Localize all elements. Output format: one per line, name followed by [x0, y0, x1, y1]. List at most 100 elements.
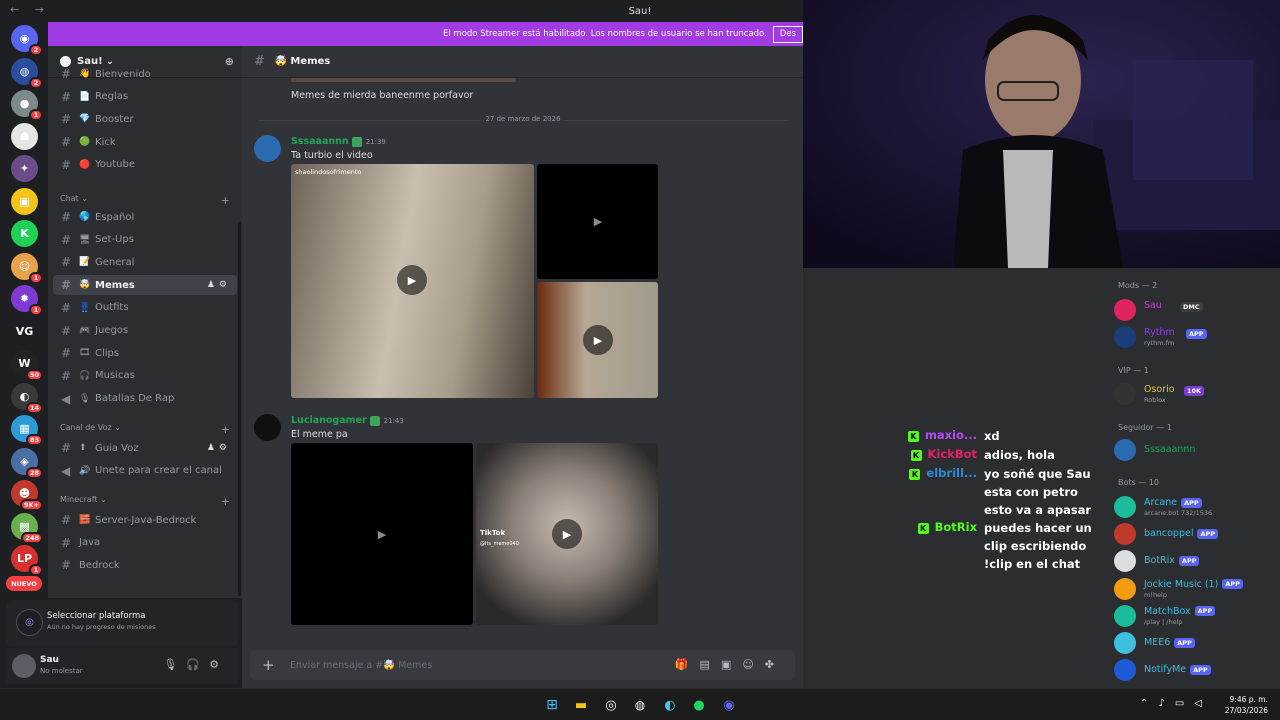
server-icon[interactable]: ◉ 2	[11, 25, 43, 56]
hash-icon: #	[61, 157, 72, 172]
channel-bienvenido[interactable]: # 👋 Bienvenido	[53, 64, 237, 84]
member-item[interactable]: Sau DMC	[1114, 297, 1276, 323]
video-attachment[interactable]: TikTok @its_meme040 ▶	[476, 443, 658, 625]
hash-icon: #	[61, 368, 72, 383]
sidebar-scrollbar[interactable]	[238, 222, 241, 596]
server-icon[interactable]: LP 1	[11, 545, 43, 576]
channel-outfits[interactable]: # 👖 Outfits	[53, 298, 237, 318]
channel-java[interactable]: # Java	[53, 533, 237, 553]
avatar	[1114, 659, 1136, 682]
windows-start-icon[interactable]: ⊞	[543, 696, 561, 714]
channel-musicas[interactable]: # 🎧 Musicas	[53, 366, 237, 386]
server-icon[interactable]: K	[11, 220, 38, 247]
play-icon[interactable]: ▶	[552, 519, 582, 549]
avatar[interactable]	[254, 414, 281, 441]
video-attachment[interactable]: ▶	[291, 443, 473, 625]
message-input[interactable]: + Enviar mensaje a #🤯 Memes 🎁▤▣☺✤	[250, 650, 795, 680]
avatar[interactable]	[254, 135, 281, 162]
add-channel-icon[interactable]: +	[221, 423, 230, 436]
channel-set-ups[interactable]: # 🖥 Set-Ups	[53, 230, 237, 250]
member-item[interactable]: MatchBox APP/play | /help	[1114, 603, 1276, 629]
message-author[interactable]: Lucianogamer 21:43	[291, 415, 404, 426]
channel-youtube[interactable]: # 🔴 Youtube	[53, 155, 237, 175]
server-icon[interactable]: ▩ 248	[11, 512, 43, 544]
category-header[interactable]: Chat ⌄ +	[60, 194, 230, 207]
channel-general[interactable]: # 📝 General	[53, 252, 237, 272]
server-icon[interactable]: ◍ 2	[11, 57, 43, 89]
category-header[interactable]: Minecraft ⌄ +	[60, 495, 230, 508]
member-item[interactable]: Rythm APP rythm.fm	[1114, 324, 1276, 350]
channel-booster[interactable]: # 💎 Booster	[53, 109, 237, 129]
category-header[interactable]: Canal de Voz ⌄ +	[60, 423, 230, 436]
member-item[interactable]: Jockie Music (1) APP m!help	[1114, 576, 1276, 602]
server-icon[interactable]: W 50	[11, 350, 43, 381]
server-icon[interactable]: ● 1	[11, 90, 43, 121]
new-badge[interactable]: NUEVO	[6, 576, 42, 591]
chrome-icon[interactable]: ◎	[602, 696, 620, 714]
edge-icon[interactable]: ◐	[661, 696, 679, 714]
member-item[interactable]: NotifyMe APP	[1114, 657, 1276, 683]
play-icon[interactable]: ▶	[583, 325, 613, 355]
server-icon[interactable]: ✦	[11, 155, 38, 182]
server-icon[interactable]: ☺ 1	[11, 252, 43, 284]
member-item[interactable]: Osorio 10K Roblox	[1114, 381, 1276, 407]
member-item[interactable]: BotRix APP	[1114, 548, 1276, 574]
server-icon[interactable]: VG	[11, 317, 38, 345]
prev-media[interactable]	[291, 78, 516, 82]
disable-streamer-button[interactable]: Des	[772, 25, 803, 43]
server-icon[interactable]: ☻ 9K+	[11, 480, 43, 511]
server-icon[interactable]: ◈ 28	[11, 447, 43, 479]
member-status: arcane.bot 732/1536	[1144, 509, 1213, 517]
voice-controls[interactable]: 🎙🎧⚙	[163, 658, 228, 671]
quest-panel[interactable]: ◎ Seleccionar plataforma Aún no hay prog…	[6, 600, 238, 646]
channel-clips[interactable]: # 🎞 Clips	[53, 343, 237, 363]
file-explorer-icon[interactable]: ▬	[572, 696, 590, 714]
channel-server-java-bedrock[interactable]: # 🧱 Server-Java-Bedrock	[53, 510, 237, 530]
member-item[interactable]: MEE6 APP	[1114, 630, 1276, 656]
discord-icon[interactable]: ◉	[720, 696, 738, 714]
add-attachment-icon[interactable]: +	[262, 656, 275, 674]
channel-espa-ol[interactable]: # 🌎 Español	[53, 207, 237, 227]
channel-settings-icon[interactable]: ♟⚙	[207, 443, 231, 453]
clock[interactable]: 9:46 p. m. 27/03/2026	[1225, 694, 1268, 716]
notification-badge: 1	[29, 109, 43, 121]
channel-reglas[interactable]: # 📄 Reglas	[53, 87, 237, 107]
server-icon[interactable]: ▣	[11, 187, 38, 215]
speaker-icon: ◀	[61, 463, 71, 478]
avatar	[1114, 523, 1136, 546]
channel-unete-para-crear-el-canal[interactable]: ◀ 🔊 Unete para crear el canal	[53, 461, 237, 481]
video-attachment[interactable]: ▶	[537, 164, 658, 279]
add-channel-icon[interactable]: +	[221, 194, 230, 207]
channel-batallas-de-rap[interactable]: ◀ 🎙 Batallas De Rap	[53, 389, 237, 409]
video-attachment[interactable]: ▶	[537, 282, 658, 398]
server-icon[interactable]: ☗	[11, 122, 38, 150]
quest-icon: ◎	[16, 609, 43, 636]
play-icon[interactable]: ▶	[583, 206, 613, 236]
steam-icon[interactable]: ◍	[631, 696, 649, 714]
add-channel-icon[interactable]: +	[221, 495, 230, 508]
channel-bedrock[interactable]: # Bedrock	[53, 555, 237, 575]
input-tools[interactable]: 🎁▤▣☺✤	[675, 658, 785, 671]
channel-guia-voz[interactable]: # ⬆ Guia Voz ♟⚙	[53, 438, 237, 458]
channel-settings-icon[interactable]: ♟⚙	[207, 280, 231, 290]
play-icon[interactable]: ▶	[367, 519, 397, 549]
nav-arrows[interactable]: ← →	[10, 3, 50, 16]
server-icon[interactable]: ✹ 1	[11, 285, 43, 316]
server-icon[interactable]: ▦ 83	[11, 415, 43, 446]
play-icon[interactable]: ▶	[397, 265, 427, 295]
member-name: Jockie Music (1) APP	[1144, 579, 1243, 590]
member-item[interactable]: Arcane APP arcane.bot 732/1536	[1114, 494, 1276, 520]
channel-memes[interactable]: # 🤯 Memes ♟⚙	[53, 275, 237, 296]
emoji-icon: 🖥	[79, 234, 91, 245]
message-author[interactable]: Sssaaannn 21:39	[291, 136, 386, 147]
member-item[interactable]: Sssaaannn	[1114, 437, 1276, 463]
avatar[interactable]	[12, 654, 36, 678]
channel-name: Outfits	[95, 302, 129, 314]
channel-kick[interactable]: # 🟢 Kick	[53, 132, 237, 152]
member-item[interactable]: bancoppel APP	[1114, 521, 1276, 547]
spotify-icon[interactable]: ●	[690, 696, 708, 714]
system-tray[interactable]: ⌃♪▭◁	[1140, 698, 1212, 709]
video-attachment[interactable]: shaolindosofrimento ▶	[291, 164, 534, 398]
server-icon[interactable]: ◐ 14	[11, 382, 43, 414]
channel-juegos[interactable]: # 🎮 Juegos	[53, 321, 237, 341]
